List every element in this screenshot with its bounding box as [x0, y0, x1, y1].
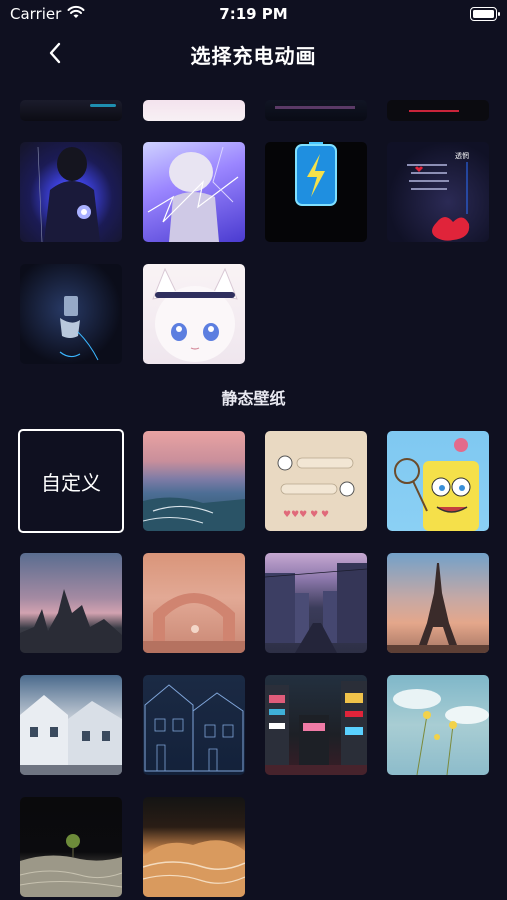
wallpaper-thumb-line-art-houses[interactable]	[143, 675, 245, 775]
animation-thumb-text-apple[interactable]: 透惘	[387, 142, 489, 242]
svg-text:透惘: 透惘	[455, 151, 469, 160]
page-title: 选择充电动画	[190, 44, 317, 68]
wallpaper-thumb-city-night[interactable]	[265, 675, 367, 775]
animation-thumb-gothic-girl[interactable]	[20, 142, 122, 242]
custom-wallpaper-label: 自定义	[41, 470, 101, 495]
wallpaper-thumb-orange-canyon[interactable]	[143, 797, 245, 897]
wallpaper-thumb-moon-tree[interactable]	[20, 797, 122, 897]
wallpaper-thumb-sunset-sea[interactable]	[143, 431, 245, 531]
animation-thumb-battery-bolt[interactable]	[265, 142, 367, 242]
wallpaper-thumb-yellow-flowers[interactable]	[387, 675, 489, 775]
status-bar: Carrier 7:19 PM	[0, 0, 507, 28]
wallpaper-scroll[interactable]: 透惘 静态壁纸 自定义 ♥♥♥ ♥ ♥	[0, 100, 507, 900]
animation-thumb-anime-lightning[interactable]	[143, 142, 245, 242]
navigation-bar: 选择充电动画	[0, 28, 507, 78]
svg-text:♥♥♥ ♥ ♥: ♥♥♥ ♥ ♥	[283, 510, 329, 520]
animation-thumb-red-partial[interactable]	[387, 100, 489, 121]
animation-thumb-pink-partial[interactable]	[143, 100, 245, 121]
wallpaper-thumb-arch-sunset[interactable]	[143, 553, 245, 653]
wallpaper-thumb-spongebob[interactable]	[387, 431, 489, 531]
animation-thumb-cat-ear-girl[interactable]	[143, 264, 245, 364]
section-title-static: 静态壁纸	[221, 389, 286, 408]
battery-icon	[470, 7, 500, 21]
wallpaper-thumb-japanese-street[interactable]	[265, 553, 367, 653]
wallpaper-thumb-chat-stickers[interactable]: ♥♥♥ ♥ ♥	[265, 431, 367, 531]
animation-thumb-neon-partial[interactable]	[265, 100, 367, 121]
animation-thumb-glow-figure[interactable]	[20, 264, 122, 364]
animation-thumb-dark-partial[interactable]	[20, 100, 122, 121]
status-time: 7:19 PM	[219, 5, 288, 23]
wallpaper-thumb-eiffel-tower[interactable]	[387, 553, 489, 653]
wallpaper-thumb-pink-rocks[interactable]	[20, 553, 122, 653]
custom-wallpaper-button[interactable]: 自定义	[18, 429, 124, 533]
wallpaper-thumb-snowy-houses[interactable]	[20, 675, 122, 775]
